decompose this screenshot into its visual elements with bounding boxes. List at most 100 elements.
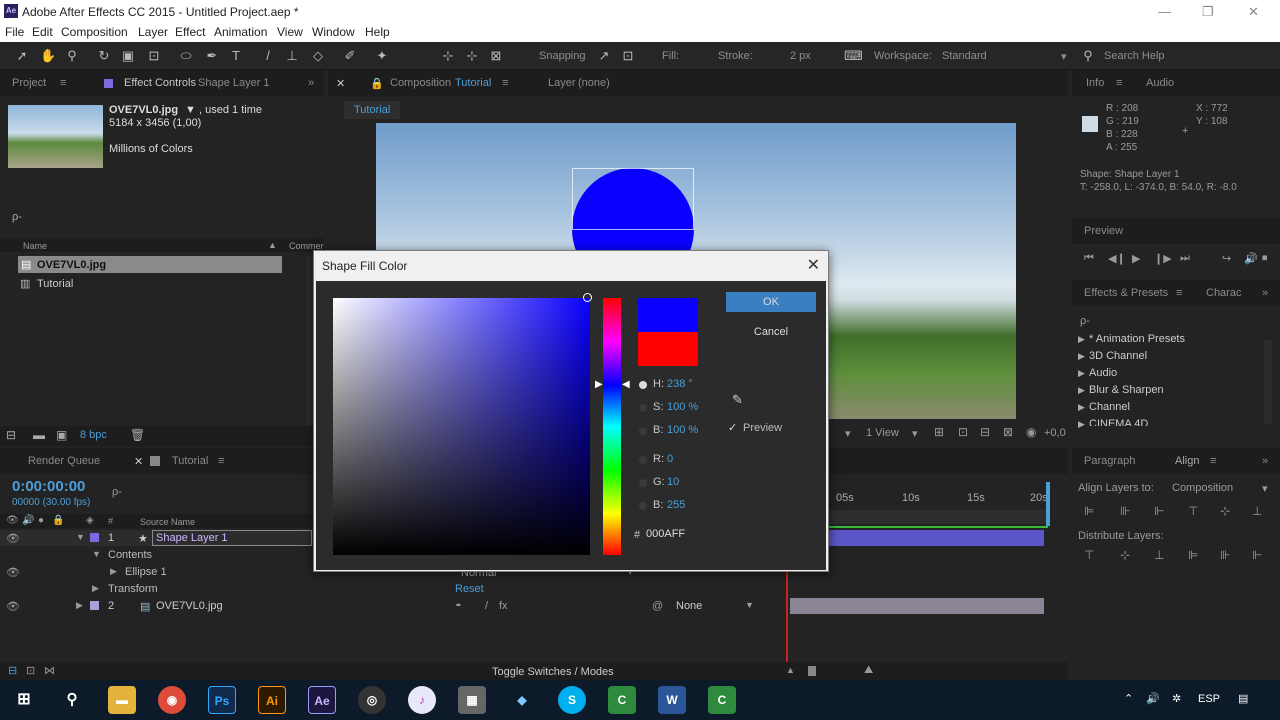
list-item[interactable]: Blur & Sharpen: [1089, 384, 1164, 396]
exposure-icon[interactable]: ◉: [1026, 425, 1036, 439]
toggle-switches-modes-button[interactable]: Toggle Switches / Modes: [492, 666, 614, 678]
layer-bar[interactable]: [790, 598, 1044, 614]
menu-animation[interactable]: Animation: [214, 25, 267, 39]
distribute-top-icon[interactable]: ⊤: [1084, 548, 1094, 562]
hue-slider-right-arrow-icon[interactable]: ◀: [622, 379, 630, 390]
align-vcenter-icon[interactable]: ⊹: [1220, 504, 1230, 518]
expand-arrow-icon[interactable]: ▶: [1078, 402, 1085, 413]
bpc-label[interactable]: 8 bpc: [80, 429, 107, 441]
tab-preview[interactable]: Preview: [1084, 225, 1123, 237]
clone-stamp-tool-icon[interactable]: ⊥: [284, 48, 300, 64]
reset-exposure-icon[interactable]: ⊠: [1003, 425, 1013, 439]
layer-name[interactable]: OVE7VL0.jpg: [156, 600, 223, 612]
menu-help[interactable]: Help: [365, 25, 390, 39]
axis-view-icon[interactable]: ⊠: [488, 48, 504, 64]
layer-property[interactable]: Transform: [108, 583, 158, 595]
tab-character[interactable]: Charac: [1206, 287, 1241, 299]
type-tool-icon[interactable]: T: [228, 48, 244, 64]
expand-arrow-icon[interactable]: ▶: [1078, 351, 1085, 362]
effects-toggle-icon[interactable]: fx: [499, 600, 508, 612]
delete-icon[interactable]: 🗑: [130, 428, 145, 442]
distribute-bottom-icon[interactable]: ⊥: [1154, 548, 1164, 562]
view-layout[interactable]: 1 View: [866, 427, 899, 439]
skype-icon[interactable]: S: [558, 686, 586, 714]
tab-info[interactable]: Info: [1086, 77, 1104, 89]
camtasia-icon[interactable]: C: [608, 686, 636, 714]
zoom-tool-icon[interactable]: ⚲: [64, 48, 80, 64]
restore-icon[interactable]: ❐: [1202, 4, 1214, 20]
menu-edit[interactable]: Edit: [32, 25, 53, 39]
r-field[interactable]: 0: [667, 453, 673, 465]
distribute-left-icon[interactable]: ⊫: [1188, 548, 1198, 562]
b-field[interactable]: 100 %: [667, 424, 698, 436]
panel-menu-icon[interactable]: ≡: [60, 77, 66, 89]
g-radio[interactable]: [639, 479, 647, 487]
tab-effect-controls[interactable]: Effect Controls: [124, 77, 196, 89]
toggle-inout-icon[interactable]: ⋈: [44, 664, 55, 677]
minimize-icon[interactable]: —: [1158, 4, 1171, 19]
hex-field[interactable]: 000AFF: [646, 528, 685, 540]
interpret-footage-icon[interactable]: ⊟: [6, 428, 16, 442]
sort-icon[interactable]: ▲: [268, 240, 277, 250]
view-dropdown-icon[interactable]: ▾: [845, 427, 851, 440]
loop-icon[interactable]: ↪: [1222, 252, 1231, 265]
comp-mini-flowchart-icon[interactable]: ⊟: [8, 664, 17, 677]
asset-dropdown-icon[interactable]: ▼: [185, 104, 196, 116]
lock-icon[interactable]: 🔒: [52, 515, 64, 526]
tab-render-queue[interactable]: Render Queue: [28, 455, 100, 467]
collapse-arrow-icon[interactable]: ▼: [76, 532, 85, 542]
hand-tool-icon[interactable]: ✋: [40, 48, 56, 64]
axis-world-icon[interactable]: ⊹: [464, 48, 480, 64]
menu-layer[interactable]: Layer: [138, 25, 168, 39]
r-radio[interactable]: [639, 456, 647, 464]
align-right-icon[interactable]: ⊩: [1154, 504, 1164, 518]
panel-menu-icon[interactable]: ≡: [502, 77, 508, 89]
layer-property[interactable]: Ellipse 1: [125, 566, 167, 578]
zoom-out-icon[interactable]: ▲: [786, 665, 795, 675]
close-tab-icon[interactable]: ✕: [336, 77, 345, 90]
list-item[interactable]: * Animation Presets: [1089, 333, 1185, 345]
blue-field[interactable]: 255: [667, 499, 685, 511]
list-item[interactable]: 3D Channel: [1089, 350, 1147, 362]
color-field-cursor[interactable]: [583, 293, 592, 302]
align-top-icon[interactable]: ⊤: [1188, 504, 1198, 518]
next-frame-icon[interactable]: ❙▶: [1154, 252, 1172, 265]
distribute-right-icon[interactable]: ⊩: [1252, 548, 1262, 562]
timecode[interactable]: 0:00:00:00: [12, 478, 85, 495]
panel-menu-icon[interactable]: ≡: [1116, 77, 1122, 89]
tab-audio[interactable]: Audio: [1146, 77, 1174, 89]
camera-tool-icon[interactable]: ▣: [120, 48, 136, 64]
notifications-icon[interactable]: ▤: [1238, 692, 1248, 705]
original-color-swatch[interactable]: [638, 332, 698, 366]
align-dropdown-icon[interactable]: ▾: [1262, 482, 1268, 495]
layer-visibility-icon[interactable]: 👁: [6, 532, 20, 545]
axis-local-icon[interactable]: ⊹: [440, 48, 456, 64]
layer-name[interactable]: Shape Layer 1: [156, 532, 228, 544]
panel-expand-icon[interactable]: »: [1262, 287, 1268, 299]
tab-composition[interactable]: Composition: [390, 77, 451, 89]
new-composition-icon[interactable]: ▣: [56, 428, 67, 442]
calculator-icon[interactable]: ▦: [458, 686, 486, 714]
current-time-indicator[interactable]: [786, 566, 788, 662]
prev-frame-icon[interactable]: ◀❙: [1108, 252, 1126, 265]
align-layers-select[interactable]: Composition: [1172, 482, 1233, 494]
layer-visibility-icon[interactable]: 👁: [6, 566, 20, 579]
app-icon[interactable]: ◆: [508, 686, 536, 714]
b-radio[interactable]: [639, 427, 647, 435]
col-source-name[interactable]: Source Name: [140, 517, 195, 527]
list-item[interactable]: Audio: [1089, 367, 1117, 379]
first-frame-icon[interactable]: ⏮: [1084, 252, 1094, 265]
panel-menu-icon[interactable]: ≡: [1210, 455, 1216, 467]
cancel-button[interactable]: Cancel: [726, 322, 816, 342]
tab-effects-presets[interactable]: Effects & Presets: [1084, 287, 1168, 299]
search-help-input[interactable]: Search Help: [1104, 50, 1165, 62]
tab-align[interactable]: Align: [1175, 455, 1199, 467]
itunes-icon[interactable]: ♪: [408, 686, 436, 714]
new-folder-icon[interactable]: ▬: [33, 428, 45, 442]
last-frame-icon[interactable]: ⏭: [1180, 252, 1190, 265]
layer-visibility-icon[interactable]: 👁: [6, 600, 20, 613]
audio-toggle-icon[interactable]: 🔊: [22, 515, 34, 526]
layer-property[interactable]: Contents: [108, 549, 152, 561]
expand-arrow-icon[interactable]: ▶: [76, 600, 83, 611]
menu-file[interactable]: File: [5, 25, 24, 39]
